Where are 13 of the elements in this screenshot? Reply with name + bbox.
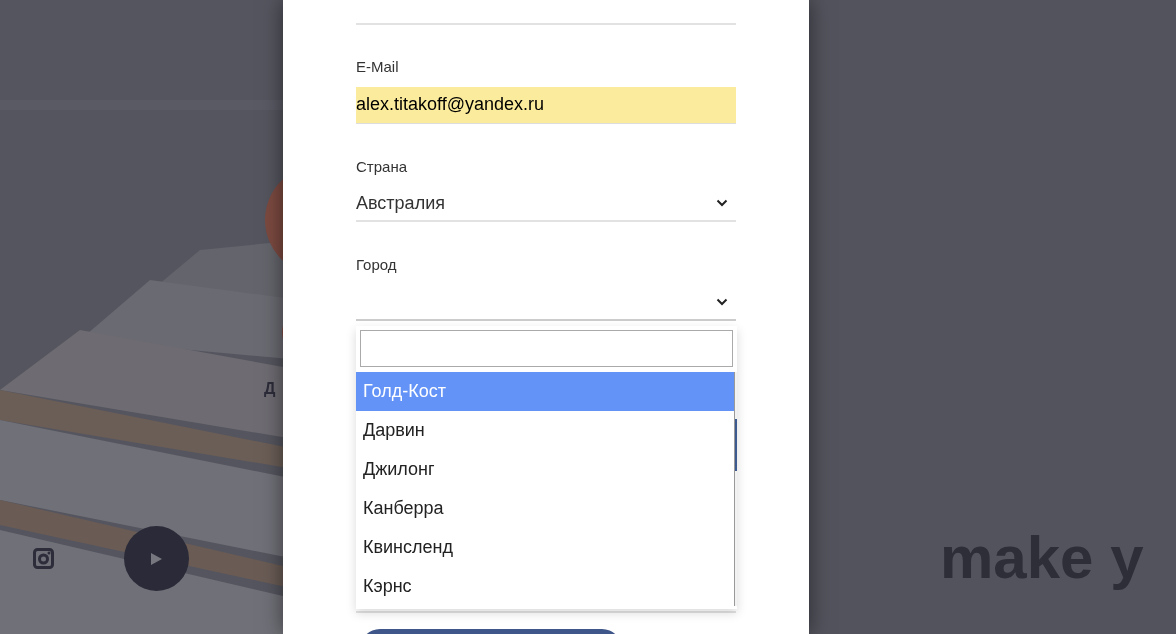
field-label: Город bbox=[356, 255, 398, 275]
scrollbar[interactable] bbox=[734, 372, 737, 606]
email-field[interactable]: alex.titakoff@yandex.ru bbox=[356, 86, 736, 124]
field-label: E-Mail bbox=[356, 57, 400, 77]
select-value: Австралия bbox=[356, 191, 445, 215]
play-icon bbox=[151, 552, 162, 565]
search-field[interactable] bbox=[360, 330, 733, 367]
chevron-down-icon bbox=[716, 297, 728, 306]
heading-fragment: Д bbox=[264, 381, 276, 397]
field-label: Страна bbox=[356, 156, 408, 177]
chevron-down-icon bbox=[716, 199, 728, 207]
instagram-icon[interactable] bbox=[33, 548, 54, 569]
select-field[interactable]: Австралия bbox=[356, 186, 736, 222]
